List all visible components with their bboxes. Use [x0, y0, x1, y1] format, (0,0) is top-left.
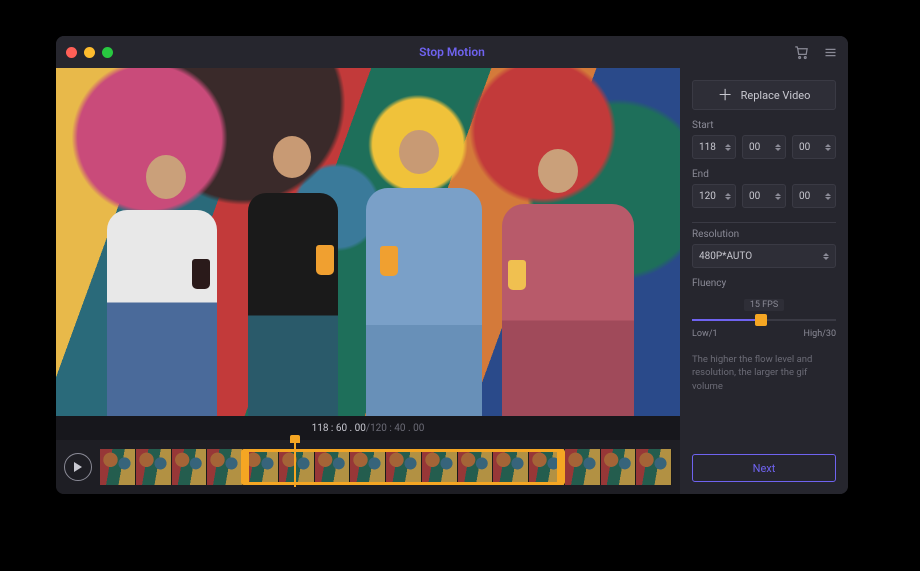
select-arrows-icon	[823, 253, 829, 260]
stepper-arrows-icon[interactable]	[775, 144, 781, 151]
stepper-arrows-icon[interactable]	[825, 193, 831, 200]
settings-panel: ＋ Replace Video Start 118 00 00 End 120 …	[680, 68, 848, 494]
timecode-current: 118 : 60 . 00	[312, 423, 366, 434]
timeline-frame[interactable]	[350, 449, 386, 485]
divider	[692, 222, 836, 223]
start-label: Start	[692, 120, 836, 131]
timeline-track[interactable]	[100, 449, 672, 485]
timeline-frame[interactable]	[636, 449, 672, 485]
preview-pane: 118 : 60 . 00 / 120 : 40 . 00	[56, 68, 680, 494]
minimize-icon[interactable]	[84, 47, 95, 58]
hint-text: The higher the flow level and resolution…	[692, 353, 836, 393]
timeline-frame[interactable]	[243, 449, 279, 485]
stepper-arrows-icon[interactable]	[725, 193, 731, 200]
timeline-frame[interactable]	[601, 449, 637, 485]
timeline-frame[interactable]	[458, 449, 494, 485]
timeline	[56, 440, 680, 494]
timeline-frame[interactable]	[315, 449, 351, 485]
menu-icon[interactable]	[823, 45, 838, 60]
end-field-3[interactable]: 00	[792, 184, 836, 208]
timeline-frame[interactable]	[422, 449, 458, 485]
timeline-frame[interactable]	[136, 449, 172, 485]
resolution-select[interactable]: 480P*AUTO	[692, 244, 836, 268]
traffic-lights	[66, 47, 113, 58]
timeline-frame[interactable]	[172, 449, 208, 485]
end-label: End	[692, 169, 836, 180]
replace-video-label: Replace Video	[741, 89, 811, 102]
fps-badge: 15 FPS	[744, 299, 784, 311]
close-icon[interactable]	[66, 47, 77, 58]
timeline-frame[interactable]	[386, 449, 422, 485]
start-field-3[interactable]: 00	[792, 135, 836, 159]
timeline-frame[interactable]	[279, 449, 315, 485]
stepper-arrows-icon[interactable]	[825, 144, 831, 151]
titlebar: Stop Motion	[56, 36, 848, 68]
resolution-label: Resolution	[692, 229, 836, 240]
play-button[interactable]	[64, 453, 92, 481]
slider-low-label: Low/1	[692, 329, 718, 339]
end-field-2[interactable]: 00	[742, 184, 786, 208]
timeline-frame[interactable]	[100, 449, 136, 485]
timeline-frame[interactable]	[493, 449, 529, 485]
cart-icon[interactable]	[794, 45, 809, 60]
slider-high-label: High/30	[804, 329, 836, 339]
fluency-slider[interactable]	[692, 313, 836, 327]
start-field-1[interactable]: 118	[692, 135, 736, 159]
plus-icon: ＋	[718, 88, 733, 103]
timecode-total: 120 : 40 . 00	[370, 423, 424, 434]
end-field-1[interactable]: 120	[692, 184, 736, 208]
timeline-frame[interactable]	[207, 449, 243, 485]
fluency-label: Fluency	[692, 278, 836, 289]
timeline-frame[interactable]	[565, 449, 601, 485]
timecode-display: 118 : 60 . 00 / 120 : 40 . 00	[56, 416, 680, 440]
app-window: Stop Motion	[56, 36, 848, 494]
zoom-icon[interactable]	[102, 47, 113, 58]
stepper-arrows-icon[interactable]	[725, 144, 731, 151]
timeline-frame[interactable]	[529, 449, 565, 485]
stepper-arrows-icon[interactable]	[775, 193, 781, 200]
next-button[interactable]: Next	[692, 454, 836, 482]
video-preview	[56, 68, 680, 416]
slider-thumb[interactable]	[755, 314, 767, 326]
resolution-value: 480P*AUTO	[699, 251, 752, 262]
start-field-2[interactable]: 00	[742, 135, 786, 159]
next-label: Next	[753, 462, 776, 475]
replace-video-button[interactable]: ＋ Replace Video	[692, 80, 836, 110]
window-title: Stop Motion	[56, 45, 848, 59]
